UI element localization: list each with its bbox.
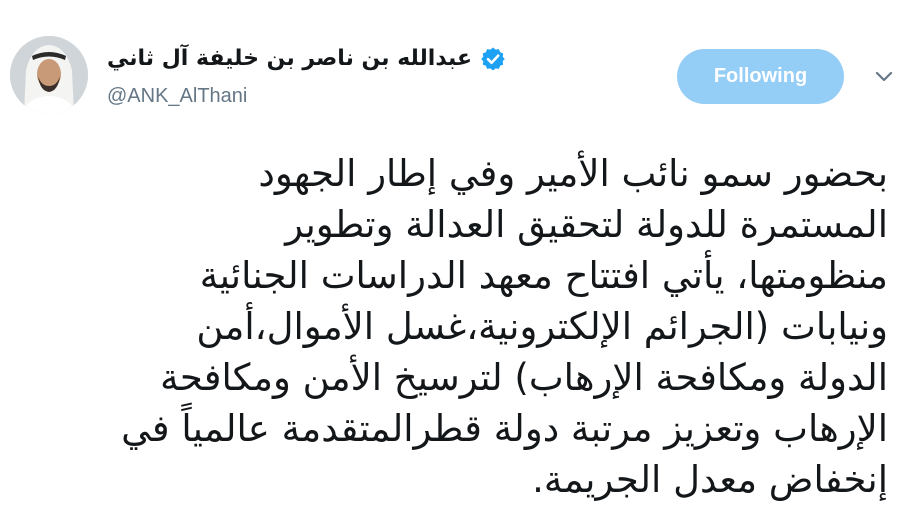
author-display-name[interactable]: عبدالله بن ناصر بن خليفة آل ثاني — [107, 44, 472, 74]
tweet-card: عبدالله بن ناصر بن خليفة آل ثاني @ANK_Al… — [0, 0, 912, 501]
tweet-text-line: المستمرة للدولة لتحقيق العدالة وتطوير — [285, 203, 888, 246]
tweet-text: بحضور سمو نائب الأمير وفي إطار الجهود ال… — [8, 148, 888, 505]
tweet-text-line: إنخفاض معدل الجريمة. — [532, 458, 888, 501]
chevron-down-icon[interactable] — [872, 64, 896, 88]
tweet-text-line: ونيابات (الجرائم الإلكترونية،غسل الأموال… — [196, 305, 888, 348]
tweet-text-line: الإرهاب وتعزيز مرتبة دولة قطرالمتقدمة عا… — [121, 407, 888, 450]
author-name-row: عبدالله بن ناصر بن خليفة آل ثاني — [107, 44, 506, 74]
author-handle[interactable]: @ANK_AlThani — [107, 84, 247, 108]
profile-photo — [10, 36, 88, 114]
verified-badge-icon — [480, 46, 506, 72]
following-button[interactable]: Following — [677, 49, 844, 104]
tweet-text-line: الدولة ومكافحة الإرهاب) لترسيخ الأمن ومك… — [160, 356, 888, 399]
tweet-text-line: بحضور سمو نائب الأمير وفي إطار الجهود — [258, 152, 888, 195]
author-avatar[interactable] — [10, 36, 88, 114]
tweet-text-line: منظومتها، يأتي افتتاح معهد الدراسات الجن… — [199, 254, 888, 297]
